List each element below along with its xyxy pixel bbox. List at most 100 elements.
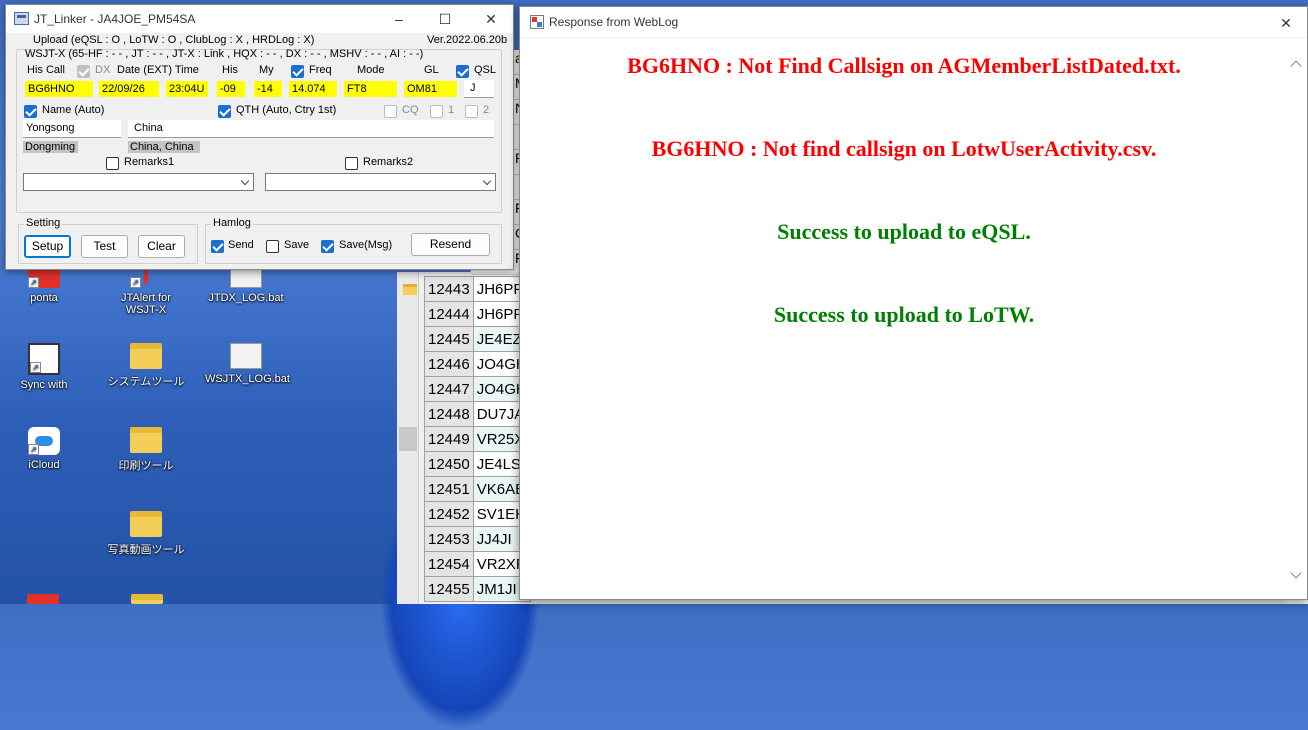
qth-sub-label: China, China [128,141,200,153]
dx-checkbox [77,65,90,78]
remarks1-dropdown[interactable] [23,173,254,191]
response-message-1: BG6HNO : Not Find Callsign on AGMemberLi… [627,53,1181,78]
desktop-icon-icloud[interactable]: ↗ iCloud [3,427,85,471]
desktop-icon-jtalert[interactable]: ↗ JTAlert for WSJT-X [105,264,187,316]
scroll-down-arrow-icon[interactable] [1290,567,1302,579]
hamlog-group-label: Hamlog [211,217,253,229]
qsl-field[interactable]: J [464,80,494,98]
qth-auto-checkbox[interactable] [218,105,231,118]
desktop-icon-wsjtx-log-bat[interactable]: WSJTX_LOG.bat [205,343,290,385]
row-number: 12451 [424,476,474,502]
send-label: Send [228,239,254,251]
window-title: JT_Linker - JA4JOE_PM54SA [34,12,196,26]
batch-file-icon [230,343,262,369]
desktop-icon-label: JTAlert for WSJT-X [121,292,171,316]
send-checkbox[interactable] [211,240,224,253]
qth-auto-label: QTH (Auto, Ctry 1st) [236,104,337,116]
app-icon [530,15,544,29]
option-2-checkbox [465,105,478,118]
option-1-label: 1 [448,104,455,116]
qsl-checkbox[interactable] [456,65,469,78]
remarks2-label: Remarks2 [363,156,414,168]
qth-field[interactable]: China [128,120,494,138]
table-row[interactable]: 12455 JM1JI [424,576,531,602]
row-number: 12446 [424,351,474,377]
resend-button[interactable]: Resend [411,233,490,256]
name-auto-checkbox[interactable] [24,105,37,118]
setup-button[interactable]: Setup [24,235,71,258]
name-sub-label: Dongming [23,141,78,153]
his-rpt-field[interactable]: -09 [217,81,245,97]
response-scrollbar[interactable] [1286,39,1307,599]
cq-checkbox [384,105,397,118]
desktop-icon-label: 写真動画ツール [107,544,185,556]
response-message-2: BG6HNO : Not find callsign on LotwUserAc… [651,136,1157,161]
desktop-icon-label: iCloud [28,459,60,471]
shortcut-arrow-icon: ↗ [28,444,39,455]
my-rpt-field[interactable]: -14 [254,81,282,97]
log-table: 12443 JH6PP 12444 JH6PP 12445 JE4EZ 12446 JO… [424,276,531,602]
desktop-icon-photo-video-tools[interactable]: 写真動画ツール [105,511,187,557]
qsl-header: QSL [474,64,497,76]
minimize-button[interactable]: – [376,5,422,33]
table-row[interactable]: 12450 JE4LS [424,451,531,477]
remarks2-dropdown[interactable] [265,173,496,191]
mode-header: Mode [357,64,385,76]
sync-app-icon: ↗ [28,343,60,375]
date-field[interactable]: 22/09/26 [99,81,159,97]
desktop-icon-system-tools[interactable]: システムツール [105,343,187,389]
clear-button[interactable]: Clear [138,235,185,258]
log-scrollbar[interactable] [397,272,419,604]
table-row[interactable]: 12444 JH6PP [424,301,531,327]
table-row[interactable]: 12453 JJ4JI [424,526,531,552]
test-button[interactable]: Test [81,235,128,258]
desktop-icon-sync-with[interactable]: ↗ Sync with [3,343,85,391]
table-row[interactable]: 12452 SV1EK [424,501,531,527]
save-label: Save [284,239,310,251]
mode-field[interactable]: FT8 [344,81,397,97]
desktop-icon-label: Sync with [20,379,68,391]
maximize-button[interactable]: ☐ [422,5,468,33]
remarks1-checkbox[interactable] [106,157,119,170]
table-row[interactable]: 12449 VR25X [424,426,531,452]
row-number: 12447 [424,376,474,402]
desktop-icon-ponta[interactable]: ↗ ponta [3,264,85,304]
time-field[interactable]: 23:04U [166,81,208,97]
scroll-up-arrow-icon[interactable] [1290,60,1302,72]
response-titlebar[interactable]: Response from WebLog ✕ [520,7,1307,38]
desktop-icon-jtdx-log-bat[interactable]: JTDX_LOG.bat [205,264,287,304]
log-scrollbar-thumb[interactable] [399,427,417,451]
save-msg-label: Save(Msg) [339,239,393,251]
desktop-icon-label: システムツール [107,376,185,388]
dx-label: DX [95,64,111,76]
table-row[interactable]: 12445 JE4EZ [424,326,531,352]
name-field[interactable]: Yongsong [23,120,121,138]
close-button[interactable]: ✕ [468,5,514,33]
table-row[interactable]: 12447 JO4GH [424,376,531,402]
table-row[interactable]: 12443 JH6PP [424,276,531,302]
table-row[interactable]: 12446 JO4GH [424,351,531,377]
save-msg-checkbox[interactable] [321,240,334,253]
desktop-icon-print-tools[interactable]: 印刷ツール [105,427,187,473]
remarks2-checkbox[interactable] [345,157,358,170]
table-row[interactable]: 12451 VK6AB [424,476,531,502]
desktop-icon-label: ponta [30,292,58,304]
close-button[interactable]: ✕ [1263,9,1308,37]
his-call-field[interactable]: BG6HNO [25,81,93,97]
my-rpt-header: My [259,64,274,76]
table-row[interactable]: 12454 VR2XR [424,551,531,577]
freq-checkbox[interactable] [291,65,304,78]
jt-linker-window: JT_Linker - JA4JOE_PM54SA – ☐ ✕ Upload (… [5,4,514,270]
row-number: 12455 [424,576,474,602]
grid-field[interactable]: OM81 [404,81,457,97]
app-icon [14,12,29,25]
save-checkbox[interactable] [266,240,279,253]
name-auto-label: Name (Auto) [42,104,105,116]
jt-linker-titlebar[interactable]: JT_Linker - JA4JOE_PM54SA – ☐ ✕ [6,5,513,33]
row-number: 12443 [424,276,474,302]
freq-header: Freq [309,64,332,76]
freq-field[interactable]: 14.074 [289,81,337,97]
table-row[interactable]: 12448 DU7JA [424,401,531,427]
row-number: 12449 [424,426,474,452]
option-2-label: 2 [483,104,490,116]
